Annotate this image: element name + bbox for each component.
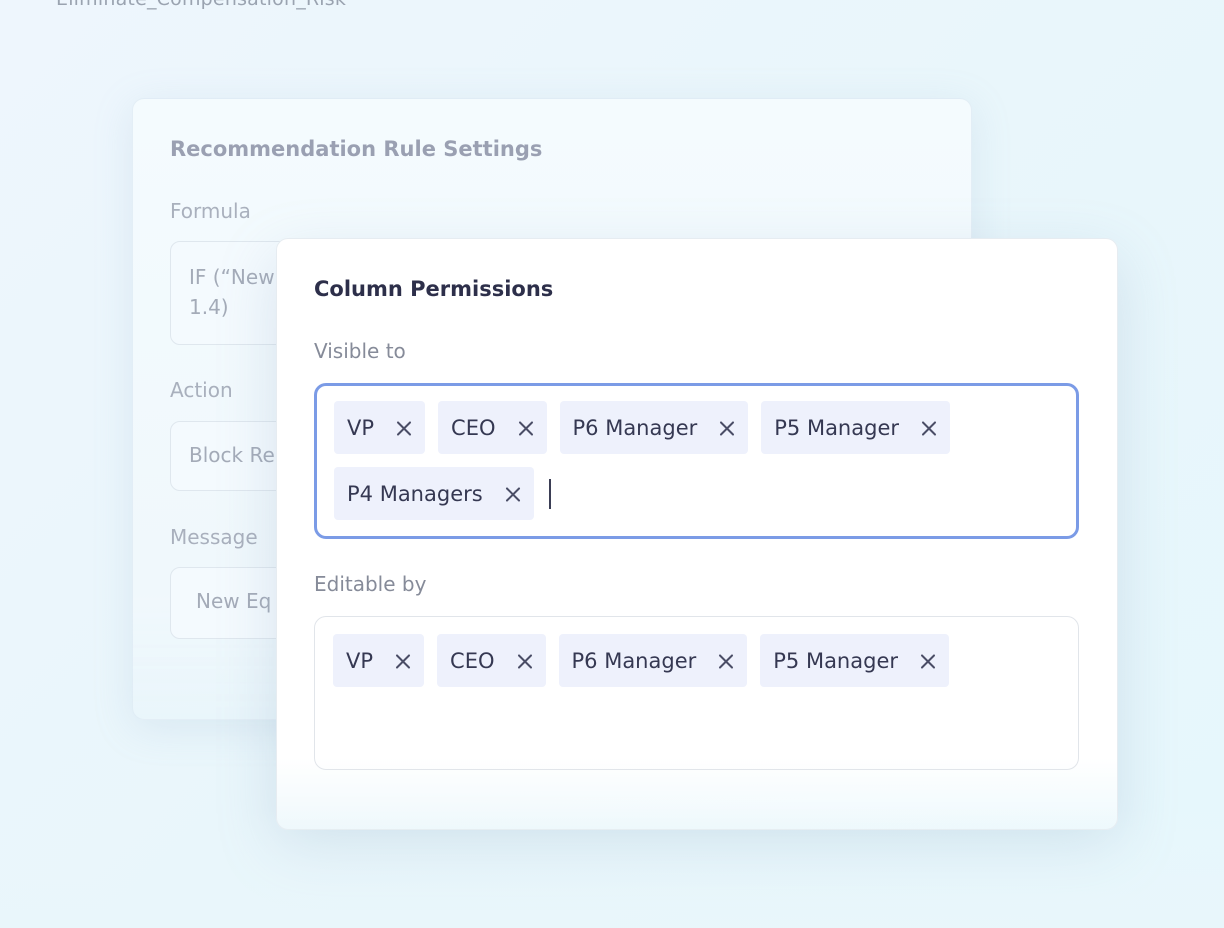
close-icon[interactable] [718, 653, 734, 669]
close-icon[interactable] [719, 420, 735, 436]
tag-label: VP [346, 648, 374, 673]
tag-label: P5 Manager [773, 648, 898, 673]
tag-label: P5 Manager [774, 415, 899, 440]
formula-label: Formula [170, 199, 251, 223]
tag-label: P6 Manager [571, 648, 697, 673]
tag-chip: P5 Manager [760, 634, 949, 687]
visible-to-label: Visible to [314, 339, 406, 363]
tag-chip: P4 Managers [334, 467, 534, 520]
tag-chip: P6 Manager [558, 634, 748, 687]
tag-label: P6 Manager [572, 415, 698, 440]
tag-chip: CEO [438, 401, 547, 454]
column-permissions-modal: Column Permissions Visible to VP CEO P6 … [276, 238, 1118, 830]
modal-title: Column Permissions [314, 277, 554, 301]
visible-to-tag-input[interactable]: VP CEO P6 Manager P5 Manager P4 Managers [314, 383, 1079, 539]
close-icon[interactable] [921, 420, 937, 436]
message-label: Message [170, 525, 258, 549]
editable-by-tag-input[interactable]: VP CEO P6 Manager P5 Manager [314, 616, 1079, 770]
close-icon[interactable] [396, 420, 412, 436]
background-page-title: Eliminate_Compensation_Risk [56, 0, 346, 10]
close-icon[interactable] [920, 653, 936, 669]
tag-chip: VP [333, 634, 425, 687]
close-icon[interactable] [505, 486, 521, 502]
tag-label: CEO [451, 415, 496, 440]
rule-settings-title: Recommendation Rule Settings [170, 137, 543, 161]
tag-chip: VP [334, 401, 426, 454]
tag-label: P4 Managers [347, 481, 483, 506]
tag-label: VP [347, 415, 375, 440]
close-icon[interactable] [518, 420, 534, 436]
tag-label: CEO [450, 648, 495, 673]
action-label: Action [170, 378, 233, 402]
editable-by-label: Editable by [314, 572, 427, 596]
tag-chip: P5 Manager [761, 401, 950, 454]
close-icon[interactable] [517, 653, 533, 669]
text-caret [548, 478, 551, 509]
tag-chip: CEO [437, 634, 546, 687]
close-icon[interactable] [395, 653, 411, 669]
tag-chip: P6 Manager [559, 401, 749, 454]
